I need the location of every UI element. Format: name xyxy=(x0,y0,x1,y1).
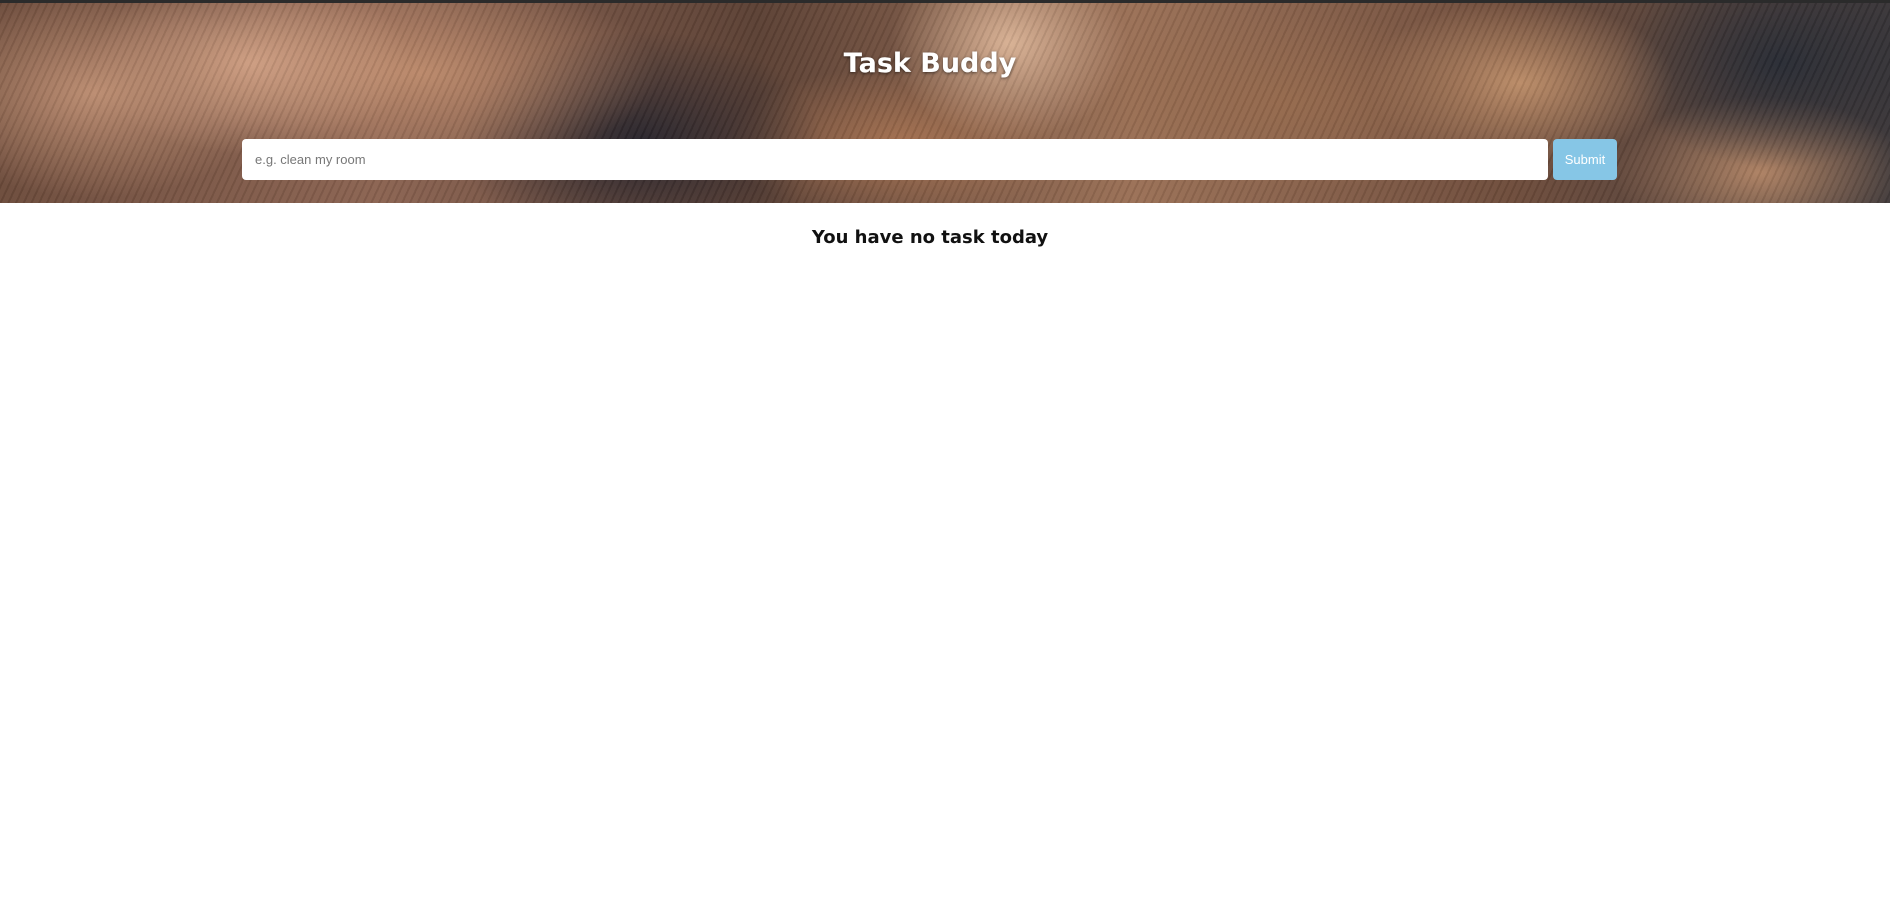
empty-tasks-message: You have no task today xyxy=(811,227,1049,248)
app-title: Task Buddy xyxy=(843,48,1017,79)
task-input[interactable] xyxy=(242,139,1548,180)
submit-button[interactable]: Submit xyxy=(1553,139,1617,180)
